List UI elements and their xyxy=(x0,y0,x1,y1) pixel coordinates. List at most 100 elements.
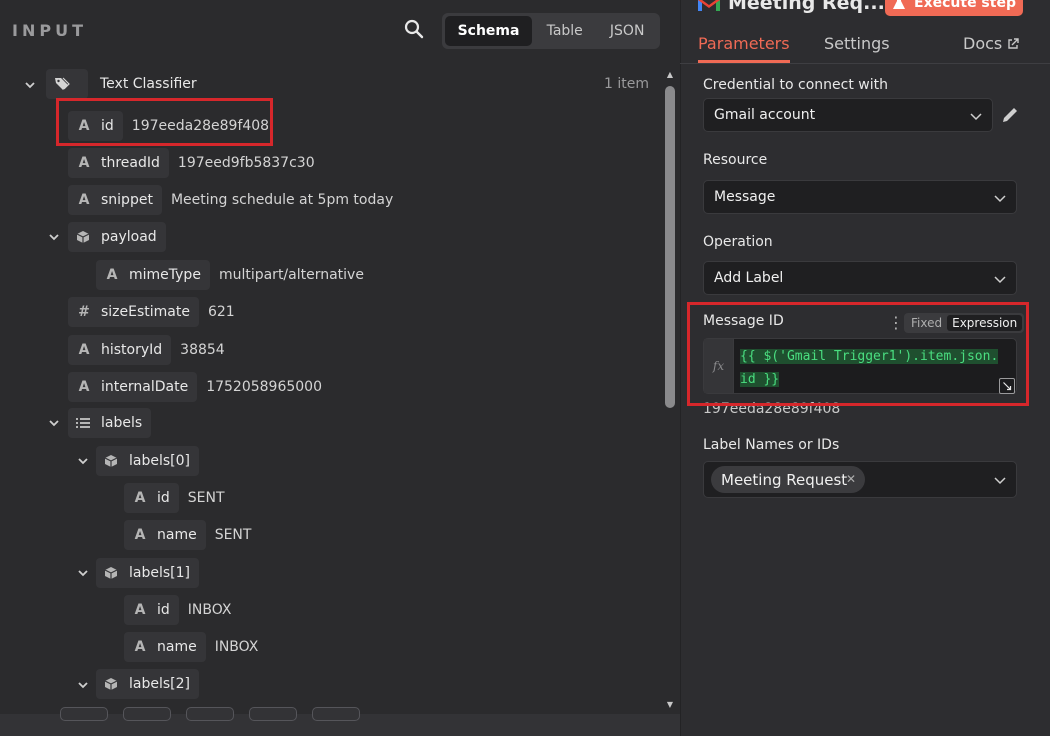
mode-expression-button[interactable]: Expression xyxy=(947,315,1023,331)
tree-row-id[interactable]: Aid 197eeda28e89f408 xyxy=(68,111,269,141)
chevron-down-icon[interactable] xyxy=(77,455,89,467)
string-type-icon: A xyxy=(78,155,90,171)
tab-settings[interactable]: Settings xyxy=(824,34,890,53)
tree-key-pill: payload xyxy=(68,222,166,252)
credential-label: Credential to connect with xyxy=(703,77,888,93)
tree-key-pill: AmimeType xyxy=(96,260,210,290)
operation-select[interactable]: Add Label xyxy=(703,261,1017,295)
string-type-icon: A xyxy=(78,342,90,358)
message-id-label: Message ID xyxy=(703,313,784,329)
chevron-down-icon[interactable] xyxy=(77,679,89,691)
tree-row-threadid[interactable]: AthreadId 197eed9fb5837c30 xyxy=(68,148,315,178)
resource-select[interactable]: Message xyxy=(703,180,1017,214)
tree-row-labels[interactable]: labels xyxy=(68,408,152,438)
tree-key-pill: Aid xyxy=(124,483,179,513)
tree-key-pill: Aname xyxy=(124,520,206,550)
string-type-icon: A xyxy=(78,379,90,395)
tree-row-internaldate[interactable]: AinternalDate 1752058965000 xyxy=(68,372,322,402)
tab-schema[interactable]: Schema xyxy=(445,16,533,46)
tree-key-pill: Aname xyxy=(124,632,206,662)
search-icon[interactable] xyxy=(404,19,426,41)
tree-key-pill: labels[1] xyxy=(96,558,199,588)
item-count: 1 item xyxy=(604,76,649,92)
tree-row-labels-1-id[interactable]: Aid INBOX xyxy=(124,595,231,625)
chevron-down-icon[interactable] xyxy=(48,231,60,243)
label-names-select[interactable]: Meeting Request xyxy=(703,461,1017,498)
tree-key-pill: labels[0] xyxy=(96,446,199,476)
pencil-icon[interactable] xyxy=(1000,105,1020,125)
expression-line-2: id }} xyxy=(740,372,780,387)
object-cube-icon xyxy=(104,677,120,691)
expression-code[interactable]: {{ $('Gmail Trigger1').item.json. id }} xyxy=(734,339,1016,393)
execute-step-label: Execute step xyxy=(914,0,1016,11)
object-cube-icon xyxy=(76,230,92,244)
string-type-icon: A xyxy=(134,490,146,506)
tree-row-mimetype[interactable]: AmimeType multipart/alternative xyxy=(96,260,364,290)
tree-row-snippet[interactable]: Asnippet Meeting schedule at 5pm today xyxy=(68,185,393,215)
execute-step-button[interactable]: Execute step xyxy=(885,0,1023,16)
tree-key-pill: labels[2] xyxy=(96,669,199,699)
tree-key: snippet xyxy=(101,192,153,208)
toolbar-button[interactable] xyxy=(312,707,360,721)
tree-row-historyid[interactable]: AhistoryId 38854 xyxy=(68,335,225,365)
toolbar-button[interactable] xyxy=(249,707,297,721)
chevron-down-icon xyxy=(994,276,1006,284)
tree-key-pill: # sizeEstimate xyxy=(68,297,199,327)
tree-row-sizeestimate[interactable]: # sizeEstimate 621 xyxy=(68,297,235,327)
tree-key: sizeEstimate xyxy=(101,304,190,320)
chevron-down-icon xyxy=(970,113,982,121)
tree-row-labels-0-name[interactable]: Aname SENT xyxy=(124,520,251,550)
node-title: Meeting Req... xyxy=(698,0,885,14)
docs-label: Docs xyxy=(963,34,1003,53)
tree-row-labels-1[interactable]: labels[1] xyxy=(96,558,199,588)
input-panel-title: INPUT xyxy=(12,21,87,40)
number-hash-icon: # xyxy=(78,304,90,320)
tree-key-pill: AinternalDate xyxy=(68,372,198,402)
tree-key: name xyxy=(157,527,197,543)
view-mode-toggle: Schema Table JSON xyxy=(442,13,660,49)
tree-row-labels-1-name[interactable]: Aname INBOX xyxy=(124,632,258,662)
tree-key: Text Classifier xyxy=(100,76,197,92)
toolbar-button[interactable] xyxy=(186,707,234,721)
object-cube-icon xyxy=(104,566,120,580)
input-scrollbar[interactable]: ▲ ▼ xyxy=(662,68,678,714)
scroll-up-arrow-icon[interactable]: ▲ xyxy=(665,70,675,80)
chevron-down-icon[interactable] xyxy=(24,79,36,91)
tab-docs[interactable]: Docs xyxy=(963,34,1019,53)
fixed-expression-toggle: Fixed Expression xyxy=(904,313,1025,333)
chip-remove-icon[interactable]: ✕ xyxy=(846,472,856,486)
tab-parameters[interactable]: Parameters xyxy=(698,34,790,53)
operation-value: Add Label xyxy=(714,270,784,286)
toolbar-button[interactable] xyxy=(123,707,171,721)
tag-icon xyxy=(54,77,70,91)
tree-key: historyId xyxy=(101,342,163,358)
tree-row-labels-0-id[interactable]: Aid SENT xyxy=(124,483,225,513)
tree-key: mimeType xyxy=(129,267,201,283)
tree-value: SENT xyxy=(214,527,252,543)
external-link-icon xyxy=(1008,37,1019,49)
scroll-down-arrow-icon[interactable]: ▼ xyxy=(665,700,675,710)
node-title-text: Meeting Req... xyxy=(728,0,885,14)
tab-json[interactable]: JSON xyxy=(597,16,657,46)
tree-row-payload[interactable]: payload xyxy=(68,222,166,252)
message-id-expression-editor[interactable]: fx {{ $('Gmail Trigger1').item.json. id … xyxy=(703,338,1017,394)
credential-select[interactable]: Gmail account xyxy=(703,98,993,132)
mode-fixed-button[interactable]: Fixed xyxy=(906,315,947,331)
tree-key-pill: AhistoryId xyxy=(68,335,172,365)
toolbar-button[interactable] xyxy=(60,707,108,721)
scrollbar-thumb[interactable] xyxy=(665,86,675,408)
tree-value: 1752058965000 xyxy=(206,379,322,395)
chevron-down-icon[interactable] xyxy=(77,567,89,579)
active-tab-indicator xyxy=(698,60,790,63)
chevron-down-icon[interactable] xyxy=(48,417,60,429)
tree-row-labels-0[interactable]: labels[0] xyxy=(96,446,199,476)
tree-row-text-classifier[interactable]: Text Classifier xyxy=(46,69,197,99)
tree-value: 197eed9fb5837c30 xyxy=(177,155,315,171)
tree-value: 38854 xyxy=(180,342,225,358)
expand-icon[interactable] xyxy=(999,378,1015,394)
tree-key: name xyxy=(157,639,197,655)
fx-icon: fx xyxy=(704,339,734,393)
more-options-icon[interactable]: ⋮ xyxy=(888,315,904,331)
tree-row-labels-2[interactable]: labels[2] xyxy=(96,669,199,699)
tab-table[interactable]: Table xyxy=(534,16,595,46)
